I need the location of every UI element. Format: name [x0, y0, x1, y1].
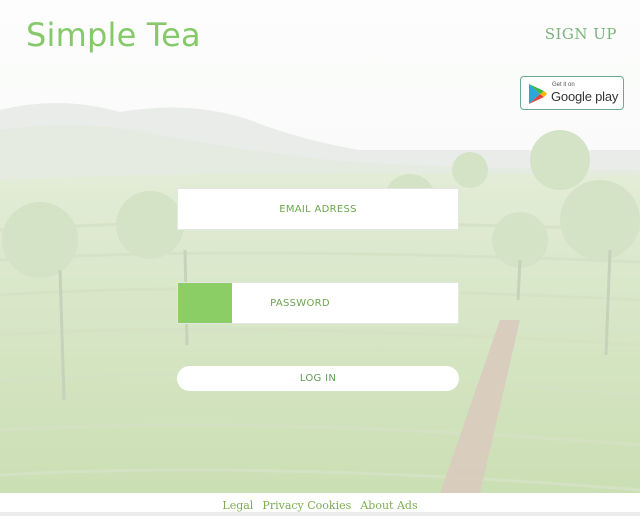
footer-divider	[0, 512, 640, 516]
password-placeholder: PASSWORD	[270, 297, 330, 309]
password-accent-block	[178, 283, 232, 323]
google-play-icon	[528, 83, 548, 109]
footer-link-about-ads[interactable]: About Ads	[360, 499, 417, 512]
tea-plantation-background	[0, 0, 640, 493]
login-button[interactable]: LOG IN	[177, 366, 459, 391]
email-field[interactable]: EMAIL ADRESS	[177, 188, 459, 230]
footer-link-legal[interactable]: Legal	[222, 499, 253, 512]
badge-big-text: Google play	[551, 89, 619, 104]
background-illustration	[0, 0, 640, 493]
brand-title: Simple Tea	[26, 16, 201, 54]
signup-link[interactable]: SIGN UP	[545, 25, 617, 43]
google-play-badge[interactable]: Get it on Google play	[520, 76, 624, 110]
email-placeholder: EMAIL ADRESS	[279, 203, 357, 215]
footer: Legal Privacy Cookies About Ads	[0, 493, 640, 516]
footer-link-privacy-cookies[interactable]: Privacy Cookies	[262, 499, 351, 512]
password-field[interactable]: PASSWORD	[177, 282, 459, 324]
badge-small-text: Get it on	[552, 82, 575, 88]
